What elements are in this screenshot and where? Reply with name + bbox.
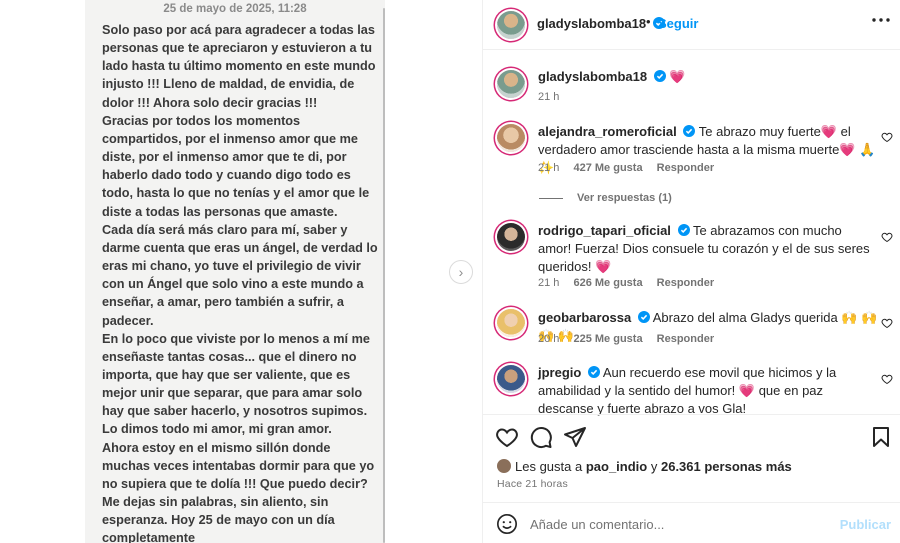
- notes-scrollbar: [383, 8, 385, 543]
- view-replies-button[interactable]: Ver respuestas (1): [539, 192, 672, 204]
- reply-button[interactable]: Responder: [657, 162, 714, 174]
- comment: jpregio Aun recuerdo ese movil que hicim…: [538, 364, 878, 418]
- emoji-icon[interactable]: [496, 513, 518, 535]
- avatar[interactable]: [497, 70, 525, 98]
- comment-composer: Añade un comentario... Publicar: [483, 502, 900, 543]
- note-body: Solo paso por acá para agradecer a todas…: [102, 21, 380, 543]
- comment-input[interactable]: Añade un comentario...: [530, 517, 664, 532]
- caption-text: 💗: [669, 69, 686, 84]
- note-date: 25 de mayo de 2025, 11:28: [163, 3, 307, 15]
- more-options-icon[interactable]: [872, 17, 890, 23]
- note-paragraph: Cada día será más claro para mí, saber y…: [102, 222, 378, 328]
- comment-username[interactable]: geobarbarossa: [538, 310, 631, 325]
- replies-divider: [539, 197, 563, 199]
- heart-outline-icon[interactable]: [881, 131, 893, 143]
- comment-meta: 21 h 427 Me gusta Responder: [538, 162, 725, 174]
- likes-connector: y: [650, 459, 658, 474]
- save-bookmark-icon[interactable]: [869, 425, 893, 449]
- likes-count[interactable]: 26.361 personas más: [661, 459, 792, 474]
- reply-button[interactable]: Responder: [657, 333, 714, 345]
- caption-time: 21 h: [538, 91, 560, 103]
- comment-meta: 21 h 626 Me gusta Responder: [538, 277, 725, 289]
- note-paragraph: Solo paso por acá para agradecer a todas…: [102, 23, 376, 110]
- caption-username[interactable]: gladyslabomba18: [538, 69, 647, 84]
- caption: gladyslabomba18 💗: [538, 68, 878, 86]
- comment-likes[interactable]: 427 Me gusta: [573, 162, 642, 174]
- likes-summary: Les gusta a pao_indio y 26.361 personas …: [497, 459, 792, 474]
- liker-avatar[interactable]: [497, 459, 511, 473]
- view-replies-label[interactable]: Ver respuestas (1): [577, 192, 672, 204]
- note-paragraph: Ahora estoy en el mismo sillón donde muc…: [102, 440, 375, 543]
- likes-prefix: Les gusta a: [515, 459, 583, 474]
- post-media: 25 de mayo de 2025, 11:28 Solo paso por …: [0, 0, 482, 543]
- comment-text: Aun recuerdo ese movil que hicimos y la …: [538, 365, 837, 416]
- avatar[interactable]: [497, 223, 525, 251]
- comment-username[interactable]: jpregio: [538, 365, 581, 380]
- comment-username[interactable]: rodrigo_tapari_oficial: [538, 223, 671, 238]
- post-actions: [483, 414, 900, 454]
- comment-likes[interactable]: 626 Me gusta: [573, 277, 642, 289]
- verified-badge-icon: [637, 311, 650, 323]
- avatar[interactable]: [497, 124, 525, 152]
- separator: •: [646, 14, 651, 29]
- verified-badge-icon: [677, 224, 690, 236]
- note-paragraph: Gracias por todos los momentos compartid…: [102, 113, 370, 219]
- comment: rodrigo_tapari_oficial Te abrazamos con …: [538, 222, 878, 276]
- verified-badge-icon: [587, 366, 600, 378]
- comment-username[interactable]: alejandra_romeroficial: [538, 124, 677, 139]
- caption-meta: 21 h: [538, 91, 570, 103]
- avatar[interactable]: [497, 365, 525, 393]
- post-sidebar: gladyslabomba18 • Seguir gladyslabomba18…: [482, 0, 900, 543]
- like-heart-icon[interactable]: [495, 425, 519, 449]
- chevron-right-icon: ›: [458, 264, 464, 280]
- verified-badge-icon: [653, 70, 666, 82]
- header-username-text[interactable]: gladyslabomba18: [537, 16, 646, 31]
- note-paragraph: En lo poco que viviste por lo menos a mí…: [102, 331, 370, 437]
- comment-icon[interactable]: [529, 425, 553, 449]
- next-slide-button[interactable]: ›: [449, 260, 473, 284]
- heart-outline-icon[interactable]: [881, 373, 893, 385]
- comment-meta: 20 h 225 Me gusta Responder: [538, 333, 725, 345]
- comment-time: 21 h: [538, 162, 560, 174]
- publish-button[interactable]: Publicar: [840, 517, 891, 532]
- share-icon[interactable]: [563, 425, 587, 449]
- post-header: gladyslabomba18 • Seguir: [483, 0, 900, 50]
- post-timestamp[interactable]: Hace 21 horas: [497, 478, 568, 490]
- liker-username[interactable]: pao_indio: [586, 459, 647, 474]
- comment-likes[interactable]: 225 Me gusta: [573, 333, 642, 345]
- reply-button[interactable]: Responder: [657, 277, 714, 289]
- follow-button[interactable]: Seguir: [658, 16, 698, 31]
- verified-badge-icon: [683, 125, 696, 137]
- heart-outline-icon[interactable]: [881, 317, 893, 329]
- avatar[interactable]: [497, 11, 525, 39]
- heart-outline-icon[interactable]: [881, 231, 893, 243]
- comment-time: 21 h: [538, 277, 560, 289]
- avatar[interactable]: [497, 309, 525, 337]
- comment-time: 20 h: [538, 333, 560, 345]
